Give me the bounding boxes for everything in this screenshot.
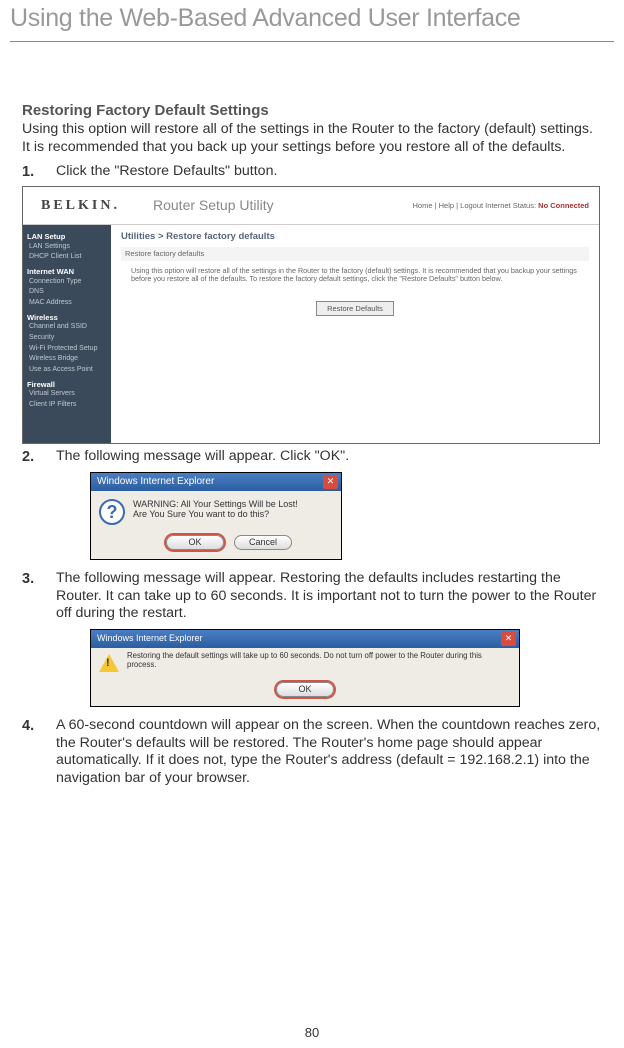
info-dialog: Windows Internet Explorer ✕ Restoring th… <box>90 629 520 707</box>
router-sidebar: LAN Setup LAN Settings DHCP Client List … <box>23 225 111 443</box>
restore-defaults-button[interactable]: Restore Defaults <box>316 301 394 316</box>
dialog-title: Windows Internet Explorer <box>97 633 203 644</box>
restore-description: Using this option will restore all of th… <box>121 265 589 292</box>
page-number: 80 <box>0 1025 624 1040</box>
restore-button-row: Restore Defaults <box>121 301 589 316</box>
belkin-logo: BELKIN. <box>23 197 153 215</box>
dialog-body: Restoring the default settings will take… <box>91 648 519 676</box>
restore-subheader: Restore factory defaults <box>121 247 589 260</box>
step-2-text: The following message will appear. Click… <box>56 448 349 464</box>
header-links-text: Home | Help | Logout Internet Status: <box>413 201 537 210</box>
router-body: LAN Setup LAN Settings DHCP Client List … <box>23 225 599 443</box>
ok-button[interactable]: OK <box>166 535 224 550</box>
close-icon[interactable]: ✕ <box>501 632 516 646</box>
step-3-text: The following message will appear. Resto… <box>56 570 596 622</box>
sidebar-item[interactable]: Wireless Bridge <box>27 354 107 365</box>
steps-list: Click the "Restore Defaults" button. BEL… <box>22 163 602 788</box>
dialog-title: Windows Internet Explorer <box>97 476 214 489</box>
breadcrumb: Utilities > Restore factory defaults <box>121 231 589 243</box>
sidebar-cat-wireless: Wireless <box>27 313 107 322</box>
sidebar-item[interactable]: MAC Address <box>27 298 107 309</box>
intro-paragraph: Using this option will restore all of th… <box>22 121 602 157</box>
sidebar-cat-wan: Internet WAN <box>27 267 107 276</box>
question-icon: ? <box>99 499 125 525</box>
dialog-buttons: OK Cancel <box>91 529 341 559</box>
step-3: The following message will appear. Resto… <box>22 570 602 707</box>
sidebar-item[interactable]: Channel and SSID <box>27 322 107 333</box>
step-2: The following message will appear. Click… <box>22 448 602 560</box>
router-utility-title: Router Setup Utility <box>153 197 274 215</box>
router-header-links: Home | Help | Logout Internet Status: No… <box>413 201 600 210</box>
sidebar-item[interactable]: LAN Settings <box>27 242 107 253</box>
router-main: Utilities > Restore factory defaults Res… <box>111 225 599 443</box>
close-icon[interactable]: ✕ <box>323 475 338 489</box>
cancel-button[interactable]: Cancel <box>234 535 292 550</box>
sidebar-item[interactable]: DNS <box>27 287 107 298</box>
sidebar-item[interactable]: Virtual Servers <box>27 389 107 400</box>
content-area: Restoring Factory Default Settings Using… <box>0 102 624 788</box>
step-4: A 60-second countdown will appear on the… <box>22 717 602 788</box>
sidebar-cat-firewall: Firewall <box>27 380 107 389</box>
dialog-message: WARNING: All Your Settings Will be Lost!… <box>133 499 298 520</box>
confirm-dialog: Windows Internet Explorer ✕ ? WARNING: A… <box>90 472 342 560</box>
sidebar-item[interactable]: Use as Access Point <box>27 365 107 376</box>
dialog-message: Restoring the default settings will take… <box>127 652 511 670</box>
sidebar-item[interactable]: Connection Type <box>27 277 107 288</box>
sidebar-cat-lan: LAN Setup <box>27 232 107 241</box>
sidebar-item[interactable]: Client IP Filters <box>27 400 107 411</box>
router-header: BELKIN. Router Setup Utility Home | Help… <box>23 187 599 225</box>
ok-button[interactable]: OK <box>276 682 334 697</box>
sidebar-item[interactable]: Wi-Fi Protected Setup <box>27 344 107 355</box>
dialog-titlebar: Windows Internet Explorer ✕ <box>91 473 341 491</box>
dialog-body: ? WARNING: All Your Settings Will be Los… <box>91 491 341 529</box>
dialog-titlebar: Windows Internet Explorer ✕ <box>91 630 519 648</box>
warning-icon <box>99 654 119 672</box>
step-1: Click the "Restore Defaults" button. BEL… <box>22 163 602 445</box>
dialog-buttons: OK <box>91 676 519 706</box>
sidebar-item[interactable]: DHCP Client List <box>27 252 107 263</box>
step-1-text: Click the "Restore Defaults" button. <box>56 163 277 179</box>
page-title: Using the Web-Based Advanced User Interf… <box>0 0 624 41</box>
router-screenshot: BELKIN. Router Setup Utility Home | Help… <box>22 186 600 444</box>
internet-status: No Connected <box>538 201 589 210</box>
section-heading: Restoring Factory Default Settings <box>22 102 602 119</box>
sidebar-item[interactable]: Security <box>27 333 107 344</box>
step-4-text: A 60-second countdown will appear on the… <box>56 717 600 786</box>
title-rule <box>10 41 614 42</box>
